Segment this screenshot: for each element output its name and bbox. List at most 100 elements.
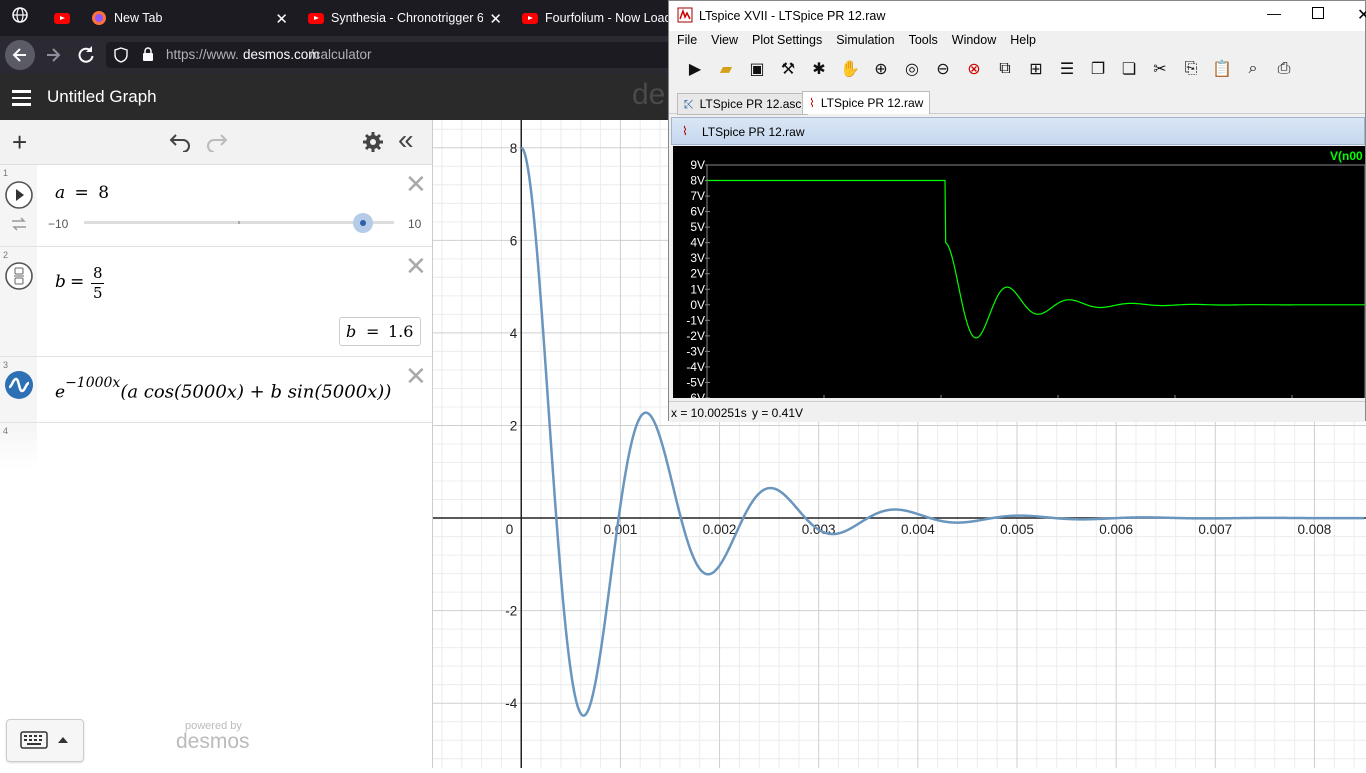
curve-color-icon[interactable] (4, 370, 34, 400)
slider-max[interactable]: 10 (408, 217, 421, 231)
back-button[interactable] (5, 40, 35, 70)
tab-label: Fourfolium - Now Loading (545, 11, 668, 25)
grid-icon[interactable]: ⊞ (1024, 57, 1048, 81)
youtube-icon (54, 12, 70, 24)
cascade-icon[interactable]: ❐ (1086, 57, 1110, 81)
tile-horizontal-icon[interactable]: ☰ (1055, 57, 1079, 81)
url-bar[interactable]: https://www. desmos.com /calculator (106, 42, 706, 68)
close-tab-icon[interactable]: ✕ (275, 10, 288, 28)
copy-icon[interactable]: ⎘ (1179, 57, 1203, 81)
close-window-icon[interactable]: ✕ (1357, 5, 1366, 25)
expression-row-4-empty[interactable]: 4 (0, 423, 432, 471)
zoom-out-icon[interactable]: ⊖ (931, 57, 955, 81)
open-folder-icon[interactable]: ▰ (714, 57, 738, 81)
y-axis-label: -1V (686, 313, 705, 327)
slider-min[interactable]: −10 (48, 217, 68, 231)
y-axis-label: -5V (686, 375, 705, 389)
menu-tools[interactable]: Tools (909, 33, 938, 51)
x-tick-label: 0.005 (1000, 522, 1034, 537)
save-icon[interactable]: ▣ (745, 57, 769, 81)
graph-title[interactable]: Untitled Graph (47, 87, 157, 107)
tab-waveform[interactable]: ⌇ LTSpice PR 12.raw (802, 91, 931, 114)
cursor-y-readout: y = 0.41V (752, 406, 804, 420)
loop-mode-icon[interactable] (10, 217, 28, 231)
menu-view[interactable]: View (711, 33, 738, 51)
reload-button[interactable] (72, 40, 100, 70)
find-binoculars-icon[interactable]: ⌕ (1241, 57, 1265, 81)
shield-icon[interactable] (114, 47, 128, 63)
back-arrow-icon (12, 48, 26, 62)
tab-label: LTSpice PR 12.raw (820, 96, 924, 110)
x-tick-label: 0.001 (603, 522, 637, 537)
y-axis-label: 8V (690, 174, 705, 188)
menu-window[interactable]: Window (952, 33, 996, 51)
tile-vertical-icon[interactable]: ❏ (1117, 57, 1141, 81)
waveform-svg[interactable]: 9V 8V7V 6V5V 4V3V 2V1V 0V-1V -2V-3V -4V-5V -6V V… (673, 146, 1366, 409)
menu-plot-settings[interactable]: Plot Settings (752, 33, 822, 51)
ltspice-window-title: LTspice XVII - LTSpice PR 12.raw (699, 9, 886, 23)
redo-icon[interactable] (205, 132, 229, 157)
close-tab-icon[interactable]: ✕ (489, 10, 502, 28)
cut-scissors-icon[interactable]: ✂ (1148, 57, 1172, 81)
y-axis-label: -3V (686, 344, 705, 358)
autorange-icon[interactable]: ⧉ (993, 57, 1017, 81)
zoom-fit-cancel-icon[interactable]: ⊗ (962, 57, 986, 81)
zoom-area-icon[interactable]: ◎ (900, 57, 924, 81)
delete-expression-icon[interactable]: ✕ (405, 253, 427, 279)
browser-tab-synthesia[interactable]: Synthesia - Chronotrigger 600 ✕ (298, 0, 510, 36)
expression-row-3[interactable]: 3 e−1000x(a cos(5000x) + b sin(5000x)) ✕ (0, 357, 432, 423)
browser-tab-new-tab[interactable]: New Tab ✕ (82, 0, 296, 36)
y-axis-label: -4V (686, 360, 705, 374)
x-tick-label: 0.004 (901, 522, 935, 537)
expression-row-1[interactable]: 1 a = 8 ✕ −10 10 (0, 165, 432, 247)
x-tick-label: 0.006 (1099, 522, 1133, 537)
waveform-plot-pane[interactable]: 9V 8V 7V 6V 5V 4V 3V 2V 1V 0V -1V -2V -3V -4V -5V -6V V… (673, 146, 1366, 409)
keypad-toggle-button[interactable] (6, 719, 84, 762)
add-expression-icon[interactable]: + (12, 129, 27, 155)
undo-icon[interactable] (168, 132, 192, 157)
waveform-trace[interactable] (707, 179, 1365, 339)
y-axis-label: 0V (690, 298, 705, 312)
menu-help[interactable]: Help (1010, 33, 1036, 51)
run-icon[interactable]: ▶ (683, 57, 707, 81)
tab-schematic[interactable]: ⤪ LTSpice PR 12.asc (677, 93, 809, 115)
slider-handle[interactable] (353, 213, 373, 233)
menu-simulation[interactable]: Simulation (836, 33, 894, 51)
eval-var: b (346, 322, 357, 341)
trace-label[interactable]: V(n00 (1330, 149, 1363, 163)
expression-row-2[interactable]: 2 b = 8 5 ✕ b = 1.6 (0, 247, 432, 357)
menu-file[interactable]: File (677, 33, 697, 51)
control-panel-hammer-icon[interactable]: ⚒ (776, 57, 800, 81)
settings-gear-icon[interactable] (362, 131, 384, 158)
waveform-icon: ⌇ (682, 124, 688, 138)
maximize-icon[interactable] (1312, 7, 1324, 19)
row-gutter: 3 (0, 357, 37, 422)
tab-label: Synthesia - Chronotrigger 600 (331, 11, 483, 25)
paste-icon[interactable]: 📋 (1210, 57, 1234, 81)
desmos-brand: desmos (176, 730, 250, 753)
minimize-icon[interactable]: — (1267, 5, 1281, 21)
pan-hand-icon[interactable]: ✋ (838, 57, 862, 81)
y-axis-label: 7V (690, 189, 705, 203)
value-a: 8 (98, 183, 110, 203)
browser-tab-fourfolium[interactable]: Fourfolium - Now Loading (512, 0, 668, 36)
url-path: /calculator (310, 47, 372, 62)
globe-icon[interactable] (10, 5, 30, 31)
menu-icon[interactable] (12, 86, 31, 110)
print-icon[interactable]: ⎙ (1272, 57, 1296, 81)
row-index: 1 (3, 168, 9, 178)
fraction-toggle-icon[interactable] (4, 261, 34, 291)
forward-button[interactable] (40, 40, 68, 70)
slider-zero-tick (238, 221, 240, 224)
lock-icon[interactable] (142, 47, 154, 62)
y-axis-label: 1V (690, 282, 705, 296)
browser-tab-youtube-pinned[interactable] (42, 0, 80, 36)
collapse-panel-icon[interactable]: « (398, 126, 414, 154)
x-tick-label: 0 (506, 522, 514, 537)
halt-run-icon[interactable]: ✱ (807, 57, 831, 81)
play-slider-icon[interactable] (4, 180, 34, 210)
y-axis-label: 2V (690, 267, 705, 281)
delete-expression-icon[interactable]: ✕ (405, 171, 427, 197)
delete-expression-icon[interactable]: ✕ (405, 363, 427, 389)
zoom-in-icon[interactable]: ⊕ (869, 57, 893, 81)
